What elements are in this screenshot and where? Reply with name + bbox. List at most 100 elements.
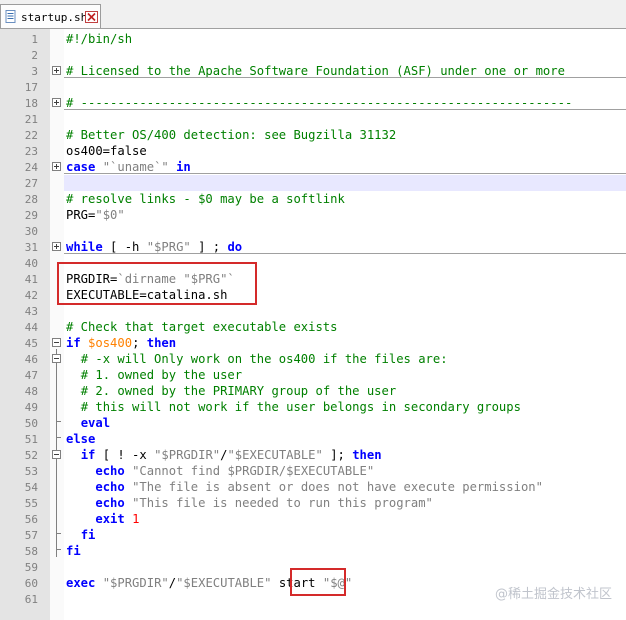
line-number: 17 [24,81,38,94]
code-editor[interactable]: 1 #!/bin/sh 2 3 # Licensed to the Apache Sof… [0,29,626,620]
line-number: 3 [31,65,38,78]
line-number: 30 [24,225,38,238]
code-line[interactable]: 22 # Better OS/400 detection: see Bugzill… [0,127,626,143]
code-text[interactable]: if [ ! -x "$PRGDIR"/"$EXECUTABLE" ]; the… [66,447,382,463]
line-number: 51 [24,433,38,446]
line-number: 53 [24,465,38,478]
code-line[interactable]: 44 # Check that target executable exists [0,319,626,335]
code-line[interactable]: 2 [0,47,626,63]
code-line[interactable]: 27 [0,175,626,191]
line-number: 18 [24,97,38,110]
code-text[interactable]: if $os400; then [66,335,176,351]
code-line[interactable]: 53 echo "Cannot find $PRGDIR/$EXECUTABLE… [0,463,626,479]
fold-separator [64,253,626,254]
file-icon [5,10,16,23]
code-line[interactable]: 57 fi [0,527,626,543]
code-line[interactable]: 30 [0,223,626,239]
code-text[interactable]: exit 1 [66,511,139,527]
current-line-highlight [64,175,626,191]
code-line[interactable]: 43 [0,303,626,319]
code-text[interactable]: fi [66,527,96,543]
code-text[interactable]: echo "This file is needed to run this pr… [66,495,433,511]
code-text[interactable]: os400=false [66,143,147,159]
line-number: 31 [24,241,38,254]
line-number: 46 [24,353,38,366]
code-line[interactable]: 23 os400=false [0,143,626,159]
line-number: 47 [24,369,38,382]
code-line[interactable]: 55 echo "This file is needed to run this… [0,495,626,511]
code-text[interactable]: # Better OS/400 detection: see Bugzilla … [66,127,396,143]
code-line[interactable]: 49 # this will not work if the user belo… [0,399,626,415]
line-number: 27 [24,177,38,190]
code-text[interactable]: else [66,431,95,447]
fold-tick [56,437,61,438]
line-number: 28 [24,193,38,206]
line-number: 43 [24,305,38,318]
code-line[interactable]: 58 fi [0,543,626,559]
fold-tick [56,549,61,550]
line-number: 1 [31,33,38,46]
line-number: 22 [24,129,38,142]
code-line[interactable]: 56 exit 1 [0,511,626,527]
line-number: 23 [24,145,38,158]
code-line[interactable]: 21 [0,111,626,127]
code-line[interactable]: 52 if [ ! -x "$PRGDIR"/"$EXECUTABLE" ]; … [0,447,626,463]
line-number: 61 [24,593,38,606]
fold-separator [64,77,626,78]
line-number: 41 [24,273,38,286]
code-text[interactable]: fi [66,543,81,559]
line-number: 49 [24,401,38,414]
code-text[interactable]: #!/bin/sh [66,31,132,47]
line-number: 40 [24,257,38,270]
line-number: 52 [24,449,38,462]
line-number: 42 [24,289,38,302]
fold-tick [56,533,61,534]
code-line[interactable]: 28 # resolve links - $0 may be a softlink [0,191,626,207]
code-text[interactable]: # 1. owned by the user [66,367,242,383]
code-line[interactable]: 46 # -x will Only work on the os400 if t… [0,351,626,367]
code-line[interactable]: 51 else [0,431,626,447]
code-text[interactable]: PRG="$0" [66,207,125,223]
code-line[interactable]: 45 if $os400; then [0,335,626,351]
line-number: 44 [24,321,38,334]
code-line[interactable]: 54 echo "The file is absent or does not … [0,479,626,495]
code-text[interactable]: # this will not work if the user belongs… [66,399,521,415]
line-number: 60 [24,577,38,590]
line-number: 24 [24,161,38,174]
code-text[interactable]: # 2. owned by the PRIMARY group of the u… [66,383,397,399]
fold-separator [64,173,626,174]
line-number: 21 [24,113,38,126]
watermark: @稀土掘金技术社区 [494,587,612,602]
code-text[interactable]: eval [66,415,110,431]
code-line[interactable]: 50 eval [0,415,626,431]
code-text[interactable]: echo "Cannot find $PRGDIR/$EXECUTABLE" [66,463,374,479]
line-number: 45 [24,337,38,350]
tab-startup-sh[interactable]: startup.sh [0,4,101,28]
code-line[interactable]: 48 # 2. owned by the PRIMARY group of th… [0,383,626,399]
line-number: 48 [24,385,38,398]
line-number: 50 [24,417,38,430]
fold-expand-icon[interactable] [52,66,61,75]
line-number: 59 [24,561,38,574]
code-line[interactable]: 17 [0,79,626,95]
fold-collapse-icon[interactable] [52,338,61,347]
tab-bar: startup.sh [0,0,626,29]
line-number: 29 [24,209,38,222]
line-number: 56 [24,513,38,526]
fold-collapse-icon[interactable] [52,450,61,459]
code-line[interactable]: 47 # 1. owned by the user [0,367,626,383]
fold-expand-icon[interactable] [52,98,61,107]
code-text[interactable]: # Check that target executable exists [66,319,338,335]
close-icon[interactable] [85,11,98,23]
fold-expand-icon[interactable] [52,242,61,251]
code-text[interactable]: # -x will Only work on the os400 if the … [66,351,448,367]
code-line[interactable]: 1 #!/bin/sh [0,31,626,47]
line-number: 57 [24,529,38,542]
fold-expand-icon[interactable] [52,162,61,171]
code-line[interactable]: 29 PRG="$0" [0,207,626,223]
tab-title: startup.sh [21,11,88,24]
line-number: 2 [31,49,38,62]
code-text[interactable]: echo "The file is absent or does not hav… [66,479,543,495]
code-text[interactable]: # resolve links - $0 may be a softlink [66,191,345,207]
fold-collapse-icon[interactable] [52,354,61,363]
